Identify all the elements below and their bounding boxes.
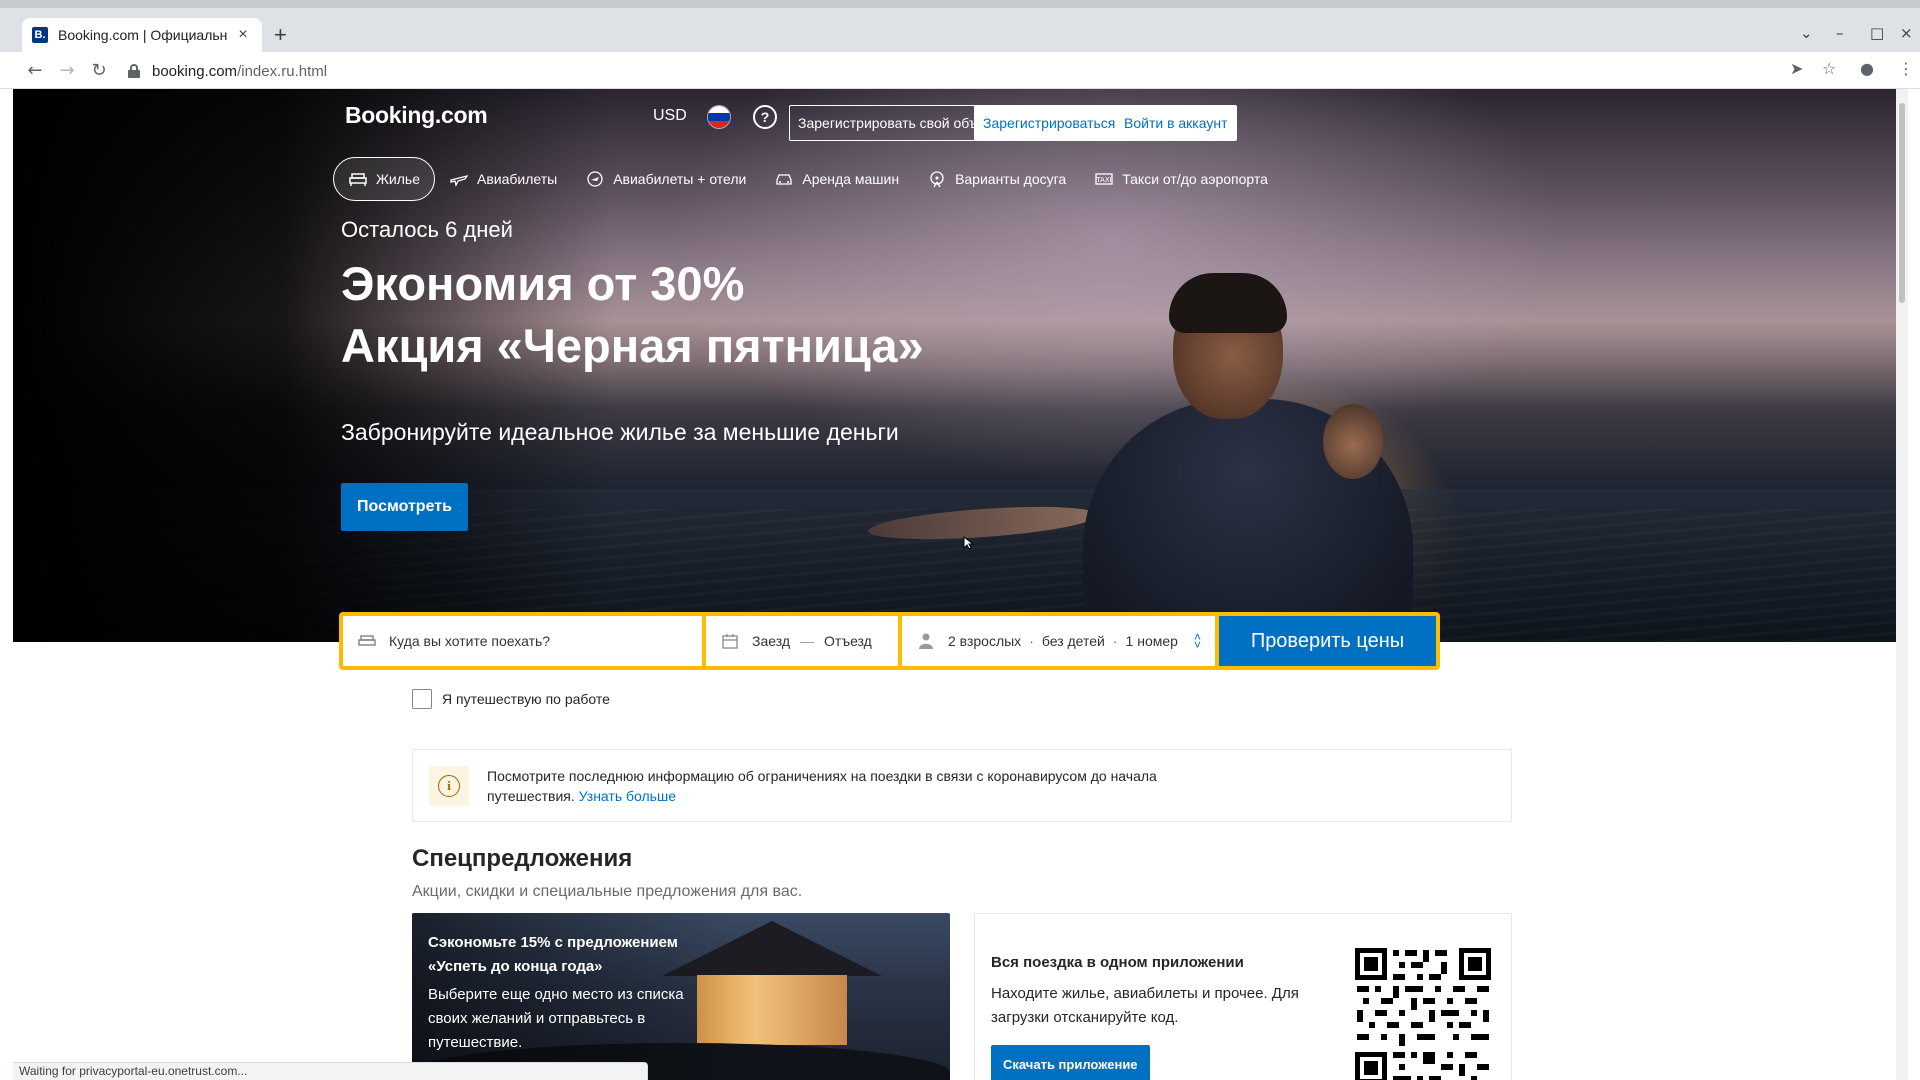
mouse-cursor-icon — [963, 536, 975, 550]
menu-icon[interactable]: ⋮ — [1898, 59, 1914, 78]
nav-item-flights[interactable]: Авиабилеты — [435, 157, 571, 201]
back-icon[interactable]: ← — [24, 59, 46, 81]
chevron-updown-icon: ˄ ˅ — [1193, 630, 1201, 652]
close-window-icon[interactable]: × — [1900, 24, 1913, 42]
checkin-label: Заезд — [752, 633, 791, 649]
nav-item-car-rental[interactable]: Аренда машин — [760, 157, 913, 201]
tab-close-icon[interactable]: × — [234, 26, 252, 44]
scrollbar-thumb[interactable] — [1899, 103, 1905, 303]
promo-text: Выберите еще одно место из списка своих … — [428, 986, 684, 1051]
business-travel-label[interactable]: Я путешествую по работе — [442, 691, 610, 707]
bed-icon — [357, 631, 377, 651]
tab-title: Booking.com | Официальн — [58, 27, 228, 43]
nav-item-flight-hotel[interactable]: Авиабилеты + отели — [571, 157, 760, 201]
lock-icon — [128, 64, 140, 78]
browser-tabstrip: B. Booking.com | Официальн × + ⌄ – □ × — [0, 0, 1920, 52]
screen: B. Booking.com | Официальн × + ⌄ – □ × ←… — [0, 0, 1920, 1080]
search-bar: Куда вы хотите поехать? Заезд — Отъезд 2… — [339, 612, 1440, 670]
hero-kicker: Осталось 6 дней — [341, 217, 513, 242]
bed-icon — [348, 169, 368, 189]
flight-hotel-icon — [585, 169, 605, 189]
forward-icon[interactable]: → — [56, 59, 78, 81]
app-title: Вся поездка в одном приложении — [991, 954, 1244, 971]
app-card: Вся поездка в одном приложении Находите … — [974, 913, 1512, 1080]
svg-text:TAXI: TAXI — [1096, 176, 1112, 184]
browser-toolbar: ← → ↻ booking.com/index.ru.html ➤ ☆ ● ⋮ — [0, 52, 1920, 89]
hero-headline: Экономия от 30% Акция «Черная пятница» — [341, 257, 924, 372]
business-travel-checkbox[interactable] — [412, 689, 432, 709]
url-text: booking.com/index.ru.html — [152, 62, 328, 80]
promo-card[interactable]: Сэкономьте 15% с предложением «Успеть до… — [412, 913, 950, 1080]
covid-notice: i Посмотрите последнюю информацию об огр… — [412, 749, 1512, 822]
notice-text: Посмотрите последнюю информацию об огран… — [487, 767, 1157, 804]
calendar-icon — [720, 631, 740, 651]
reload-icon[interactable]: ↻ — [88, 59, 110, 81]
second-surfer-image — [1323, 404, 1383, 479]
register-button[interactable]: Зарегистрироваться — [974, 105, 1125, 141]
booking-favicon-icon: B. — [32, 27, 48, 43]
browser-tab[interactable]: B. Booking.com | Официальн × — [22, 18, 262, 52]
car-icon — [774, 169, 794, 189]
flag-stripe-blue — [708, 113, 730, 121]
plane-icon — [449, 169, 469, 189]
info-icon: i — [429, 765, 469, 806]
flag-stripe-red — [708, 120, 730, 128]
attractions-icon — [927, 169, 947, 189]
hero-banner: Booking.com USD ? Зарегистрировать свой … — [13, 89, 1908, 642]
profile-icon[interactable]: ● — [1860, 59, 1874, 78]
nav-item-airport-taxi[interactable]: TAXI Такси от/до аэропорта — [1080, 157, 1282, 201]
page-scrollbar[interactable] — [1896, 89, 1908, 1080]
nav-item-stays[interactable]: Жилье — [333, 157, 435, 201]
taxi-icon: TAXI — [1094, 169, 1114, 189]
minimize-icon[interactable]: – — [1836, 24, 1844, 42]
currency-selector[interactable]: USD — [653, 107, 687, 125]
view-deals-button[interactable]: Посмотреть — [341, 483, 468, 531]
offers-title: Спецпредложения — [412, 845, 633, 872]
booking-logo[interactable]: Booking.com — [345, 102, 488, 129]
person-icon — [916, 631, 936, 651]
help-icon[interactable]: ? — [753, 105, 777, 129]
browser-status-bar: Waiting for privacyportal-eu.onetrust.co… — [13, 1062, 648, 1080]
flag-stripe-white — [708, 106, 730, 114]
date-picker[interactable]: Заезд — Отъезд — [706, 616, 898, 666]
tab-search-icon[interactable]: ⌄ — [1800, 24, 1813, 42]
promo-title: Сэкономьте 15% с предложением «Успеть до… — [428, 934, 678, 975]
download-app-button[interactable]: Скачать приложение — [991, 1045, 1150, 1080]
bookmark-star-icon[interactable]: ☆ — [1822, 59, 1836, 78]
destination-input[interactable]: Куда вы хотите поехать? — [343, 616, 702, 666]
checkout-label: Отъезд — [824, 633, 872, 649]
qr-code-icon — [1353, 946, 1493, 1080]
maximize-icon[interactable]: □ — [1870, 24, 1884, 42]
guests-selector[interactable]: 2 взрослых · без детей · 1 номер ˄ ˅ — [902, 616, 1215, 666]
surfer-image — [1073, 273, 1473, 639]
app-text: Находите жилье, авиабилеты и прочее. Для… — [991, 985, 1299, 1026]
business-travel-row: Я путешествую по работе — [412, 689, 610, 709]
new-tab-button[interactable]: + — [274, 24, 287, 46]
page-viewport: Booking.com USD ? Зарегистрировать свой … — [13, 89, 1908, 1080]
search-button[interactable]: Проверить цены — [1219, 616, 1436, 666]
sign-in-button[interactable]: Войти в аккаунт — [1115, 105, 1237, 141]
learn-more-link[interactable]: Узнать больше — [579, 788, 676, 804]
offers-subtitle: Акции, скидки и специальные предложения … — [412, 883, 803, 900]
hero-subline: Забронируйте идеальное жилье за меньшие … — [341, 419, 899, 445]
nav-item-attractions[interactable]: Варианты досуга — [913, 157, 1080, 201]
russian-flag-icon[interactable] — [707, 105, 731, 129]
send-icon[interactable]: ➤ — [1790, 59, 1803, 78]
address-bar[interactable]: booking.com/index.ru.html — [128, 56, 1788, 86]
product-nav: Жилье Авиабилеты Авиабилеты + отели Арен… — [333, 157, 1282, 201]
